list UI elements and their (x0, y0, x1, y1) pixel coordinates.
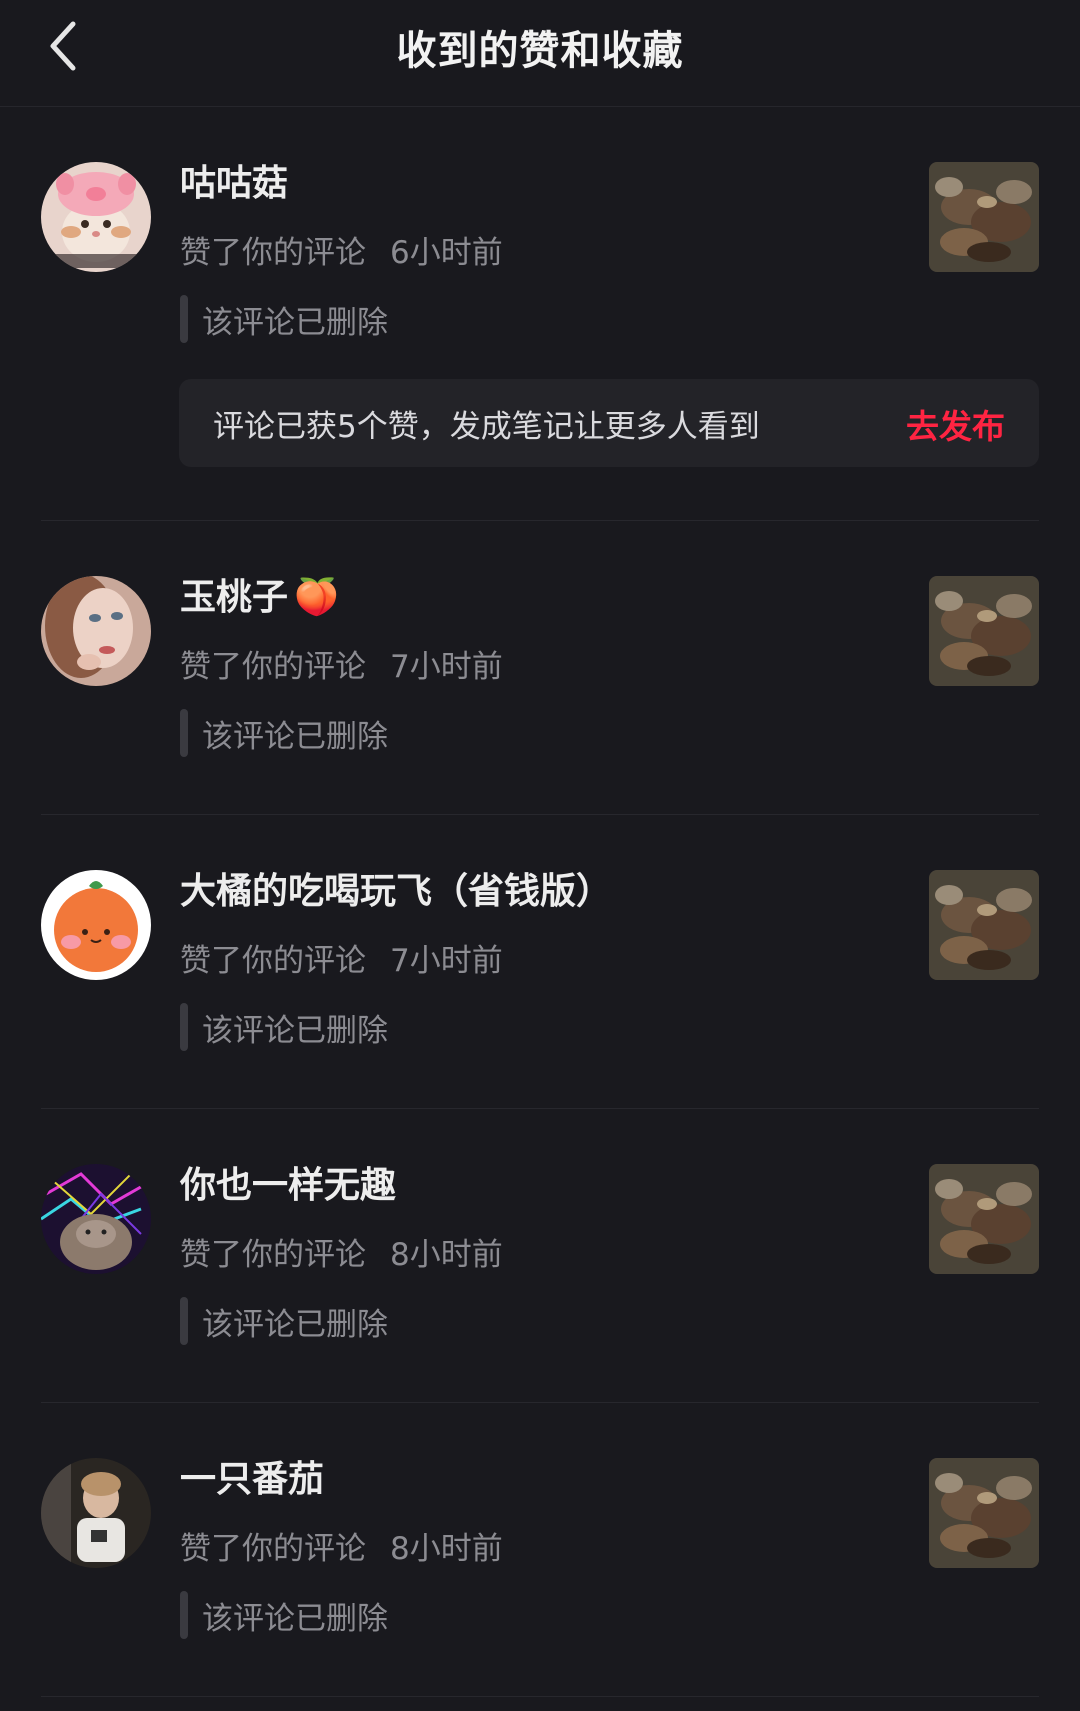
quote-bar (180, 1003, 188, 1051)
action-line: 赞了你的评论 6小时前 (180, 227, 503, 272)
action-text: 赞了你的评论 (180, 1531, 366, 1567)
notification-item[interactable]: 玉桃子 🍑 赞了你的评论 7小时前 该评论已删除 (0, 521, 1080, 815)
action-line: 赞了你的评论 7小时前 (180, 935, 503, 980)
top-bar: 收到的赞和收藏 (0, 0, 1080, 107)
avatar[interactable] (41, 576, 151, 686)
notification-item[interactable]: 咕咕菇 赞了你的评论 6小时前 该评论已删除 评论已获5个赞，发成笔记让更多人看… (0, 107, 1080, 521)
avatar[interactable] (41, 1458, 151, 1568)
username: 玉桃子 (180, 577, 289, 618)
comment-quote[interactable]: 该评论已删除 (180, 295, 388, 343)
notification-item[interactable]: 大橘的吃喝玩飞（省钱版） 赞了你的评论 7小时前 该评论已删除 (0, 815, 1080, 1109)
post-thumbnail[interactable] (929, 576, 1039, 686)
username-row[interactable]: 玉桃子 🍑 (180, 568, 339, 620)
promo-text: 评论已获5个赞，发成笔记让更多人看到 (213, 409, 760, 445)
username[interactable]: 你也一样无趣 (180, 1156, 396, 1208)
timestamp: 6小时前 (390, 235, 503, 271)
avatar[interactable] (41, 1164, 151, 1274)
comment-quote[interactable]: 该评论已删除 (180, 1297, 388, 1345)
timestamp: 7小时前 (390, 943, 503, 979)
notification-item[interactable]: 一只番茄 赞了你的评论 8小时前 该评论已删除 (0, 1403, 1080, 1697)
username[interactable]: 大橘的吃喝玩飞（省钱版） (180, 862, 612, 914)
action-text: 赞了你的评论 (180, 235, 366, 271)
comment-quote[interactable]: 该评论已删除 (180, 709, 388, 757)
post-thumbnail[interactable] (929, 1164, 1039, 1274)
post-thumbnail[interactable] (929, 870, 1039, 980)
action-text: 赞了你的评论 (180, 649, 366, 685)
comment-quote[interactable]: 该评论已删除 (180, 1591, 388, 1639)
quote-text: 该评论已删除 (202, 304, 388, 341)
quote-bar (180, 295, 188, 343)
username[interactable]: 咕咕菇 (180, 154, 288, 206)
quote-text: 该评论已删除 (202, 1306, 388, 1343)
page-title: 收到的赞和收藏 (396, 28, 684, 74)
publish-button[interactable]: 去发布 (906, 400, 1005, 448)
quote-text: 该评论已删除 (202, 1012, 388, 1049)
timestamp: 8小时前 (390, 1237, 503, 1273)
action-line: 赞了你的评论 8小时前 (180, 1229, 503, 1274)
quote-bar (180, 1297, 188, 1345)
action-line: 赞了你的评论 8小时前 (180, 1523, 503, 1568)
avatar[interactable] (41, 162, 151, 272)
action-text: 赞了你的评论 (180, 943, 366, 979)
quote-bar (180, 1591, 188, 1639)
timestamp: 8小时前 (390, 1531, 503, 1567)
peach-emoji: 🍑 (294, 577, 339, 618)
publish-promo-banner: 评论已获5个赞，发成笔记让更多人看到 去发布 (179, 379, 1039, 467)
page: 收到的赞和收藏 咕咕菇 赞了你的评论 6小时前 该评论已删除 评论已获5个赞，发… (0, 0, 1080, 1711)
action-text: 赞了你的评论 (180, 1237, 366, 1273)
avatar[interactable] (41, 870, 151, 980)
timestamp: 7小时前 (390, 649, 503, 685)
quote-bar (180, 709, 188, 757)
username[interactable]: 一只番茄 (180, 1450, 324, 1502)
post-thumbnail[interactable] (929, 1458, 1039, 1568)
post-thumbnail[interactable] (929, 162, 1039, 272)
quote-text: 该评论已删除 (202, 718, 388, 755)
divider (41, 1696, 1039, 1697)
notification-list: 咕咕菇 赞了你的评论 6小时前 该评论已删除 评论已获5个赞，发成笔记让更多人看… (0, 107, 1080, 1697)
notification-item[interactable]: 你也一样无趣 赞了你的评论 8小时前 该评论已删除 (0, 1109, 1080, 1403)
comment-quote[interactable]: 该评论已删除 (180, 1003, 388, 1051)
quote-text: 该评论已删除 (202, 1600, 388, 1637)
action-line: 赞了你的评论 7小时前 (180, 641, 503, 686)
